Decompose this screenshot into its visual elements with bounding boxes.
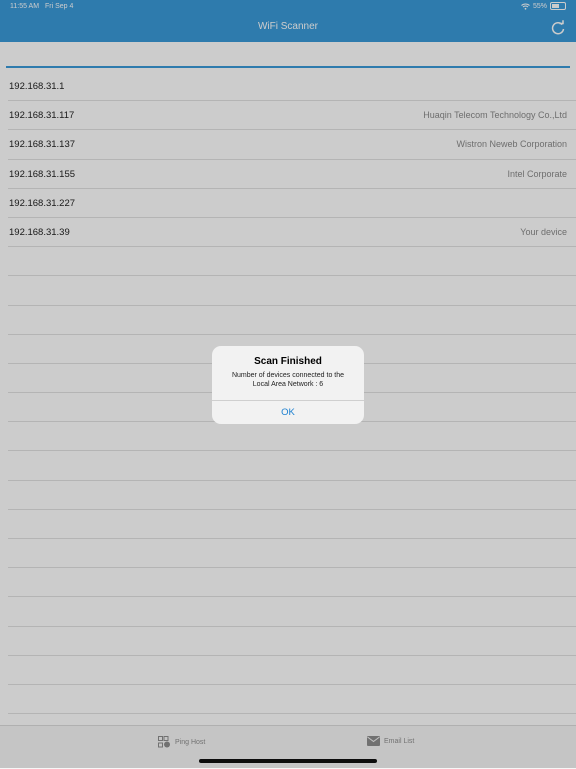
search-underline [6,66,570,68]
ping-host-icon [158,736,170,748]
device-ip: 192.168.31.39 [9,226,70,238]
refresh-icon[interactable] [550,20,566,36]
empty-row [8,627,576,656]
alert-message-line1: Number of devices connected to the [231,372,345,379]
device-vendor: Huaqin Telecom Technology Co.,Ltd [423,110,567,121]
empty-row [8,656,576,685]
home-indicator [199,759,377,763]
empty-row [8,568,576,598]
search-area[interactable] [0,42,576,72]
tab-label: Email List [384,737,415,745]
alert-title: Scan Finished [254,356,322,367]
status-date: Fri Sep 4 [45,3,74,10]
empty-row [8,306,576,335]
empty-row [8,539,576,569]
alert-dialog: Scan Finished Number of devices connecte… [212,346,364,424]
device-ip: 192.168.31.137 [9,139,76,151]
device-ip: 192.168.31.227 [9,197,76,209]
battery-percent: 55% [532,2,547,10]
table-row[interactable]: 192.168.31.155 Intel Corporate [8,160,576,189]
wifi-icon [521,3,530,10]
status-time: 11:55 AM [10,3,40,10]
device-ip: 192.168.31.1 [9,81,65,92]
table-row[interactable]: 192.168.31.39 Your device [8,218,576,248]
mail-icon [367,736,380,746]
empty-row [8,481,576,510]
device-vendor: Intel Corporate [507,168,567,179]
empty-row [8,685,576,715]
empty-row [8,510,576,539]
device-ip: 192.168.31.117 [9,110,75,122]
status-indicators: 55% [521,2,566,10]
empty-row [8,597,576,627]
empty-row [8,451,576,481]
empty-row [8,247,576,277]
ok-button[interactable]: OK [212,401,364,424]
alert-message: Number of devices connected to the Local… [222,371,354,389]
alert-message-line2: Local Area Network : 6 [252,381,324,388]
device-vendor: Wistron Neweb Corporation [456,139,567,150]
battery-icon [550,2,566,10]
table-row[interactable]: 192.168.31.1 [8,72,576,102]
table-row[interactable]: 192.168.31.227 [8,189,576,218]
empty-row [8,422,576,452]
tab-ping-host[interactable]: Ping Host [158,736,205,748]
navigation-bar: WiFi Scanner [0,14,576,42]
battery-level [552,4,559,8]
table-row[interactable]: 192.168.31.137 Wistron Neweb Corporation [8,130,576,160]
empty-row [8,276,576,306]
device-ip: 192.168.31.155 [9,168,76,180]
tab-email-list[interactable]: Email List [367,736,414,746]
status-bar: 11:55 AM Fri Sep 4 55% [0,0,576,14]
device-vendor: Your device [520,226,567,237]
page-title: WiFi Scanner [257,21,318,32]
table-row[interactable]: 192.168.31.117 Huaqin Telecom Technology… [8,101,576,131]
tab-label: Ping Host [175,738,206,746]
